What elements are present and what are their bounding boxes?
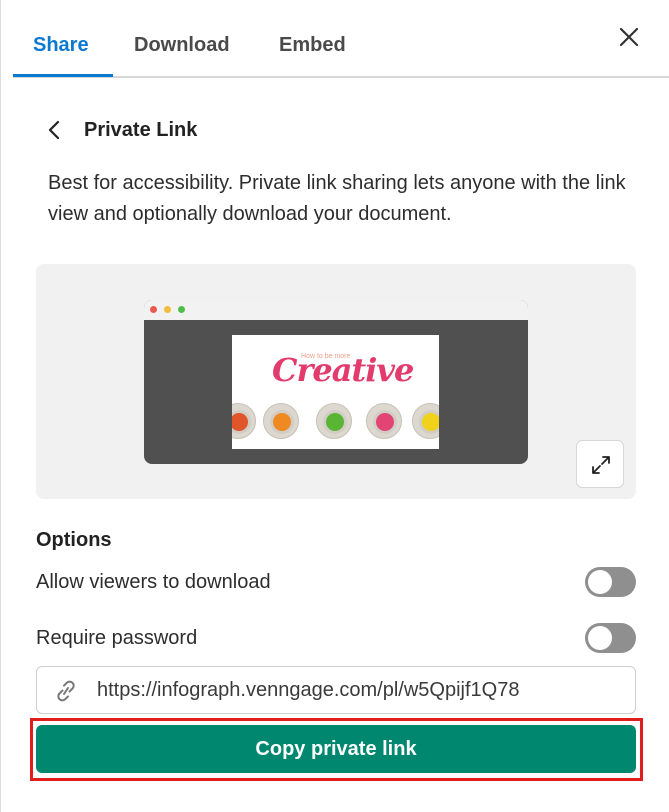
share-panel: Share Download Embed Private Link Best f…	[0, 0, 669, 812]
document-thumbnail: How to be more Creative	[232, 335, 439, 449]
tab-download[interactable]: Download	[134, 34, 230, 57]
allow-download-label: Allow viewers to download	[36, 571, 271, 593]
options-heading: Options	[36, 529, 112, 551]
plant-image	[263, 403, 299, 439]
plant-image	[366, 403, 402, 439]
fullscreen-button[interactable]	[576, 440, 624, 488]
browser-title-bar	[144, 300, 528, 320]
private-link-input[interactable]	[97, 675, 627, 705]
require-password-toggle[interactable]	[585, 623, 636, 653]
active-tab-indicator	[13, 74, 113, 77]
tab-share[interactable]: Share	[33, 34, 89, 57]
toggle-knob	[588, 570, 612, 594]
close-icon	[619, 27, 639, 47]
back-button[interactable]	[45, 118, 65, 142]
thumbnail-title: Creative	[272, 351, 414, 389]
chevron-left-icon	[48, 120, 60, 140]
private-link-field	[36, 666, 636, 714]
close-button[interactable]	[614, 22, 644, 52]
description-text: Best for accessibility. Private link sha…	[48, 172, 626, 225]
plant-image	[412, 403, 439, 439]
window-close-dot	[150, 306, 157, 313]
tab-embed[interactable]: Embed	[279, 34, 346, 57]
plant-image	[232, 403, 256, 439]
window-maximize-dot	[178, 306, 185, 313]
toggle-knob	[588, 626, 612, 650]
link-icon	[57, 680, 75, 702]
tab-bar: Share Download Embed	[13, 0, 669, 78]
page-title: Private Link	[84, 119, 198, 141]
copy-private-link-button[interactable]: Copy private link	[36, 725, 636, 773]
allow-download-toggle[interactable]	[585, 567, 636, 597]
require-password-label: Require password	[36, 627, 198, 649]
expand-icon	[592, 456, 610, 474]
window-minimize-dot	[164, 306, 171, 313]
plant-image	[316, 403, 352, 439]
